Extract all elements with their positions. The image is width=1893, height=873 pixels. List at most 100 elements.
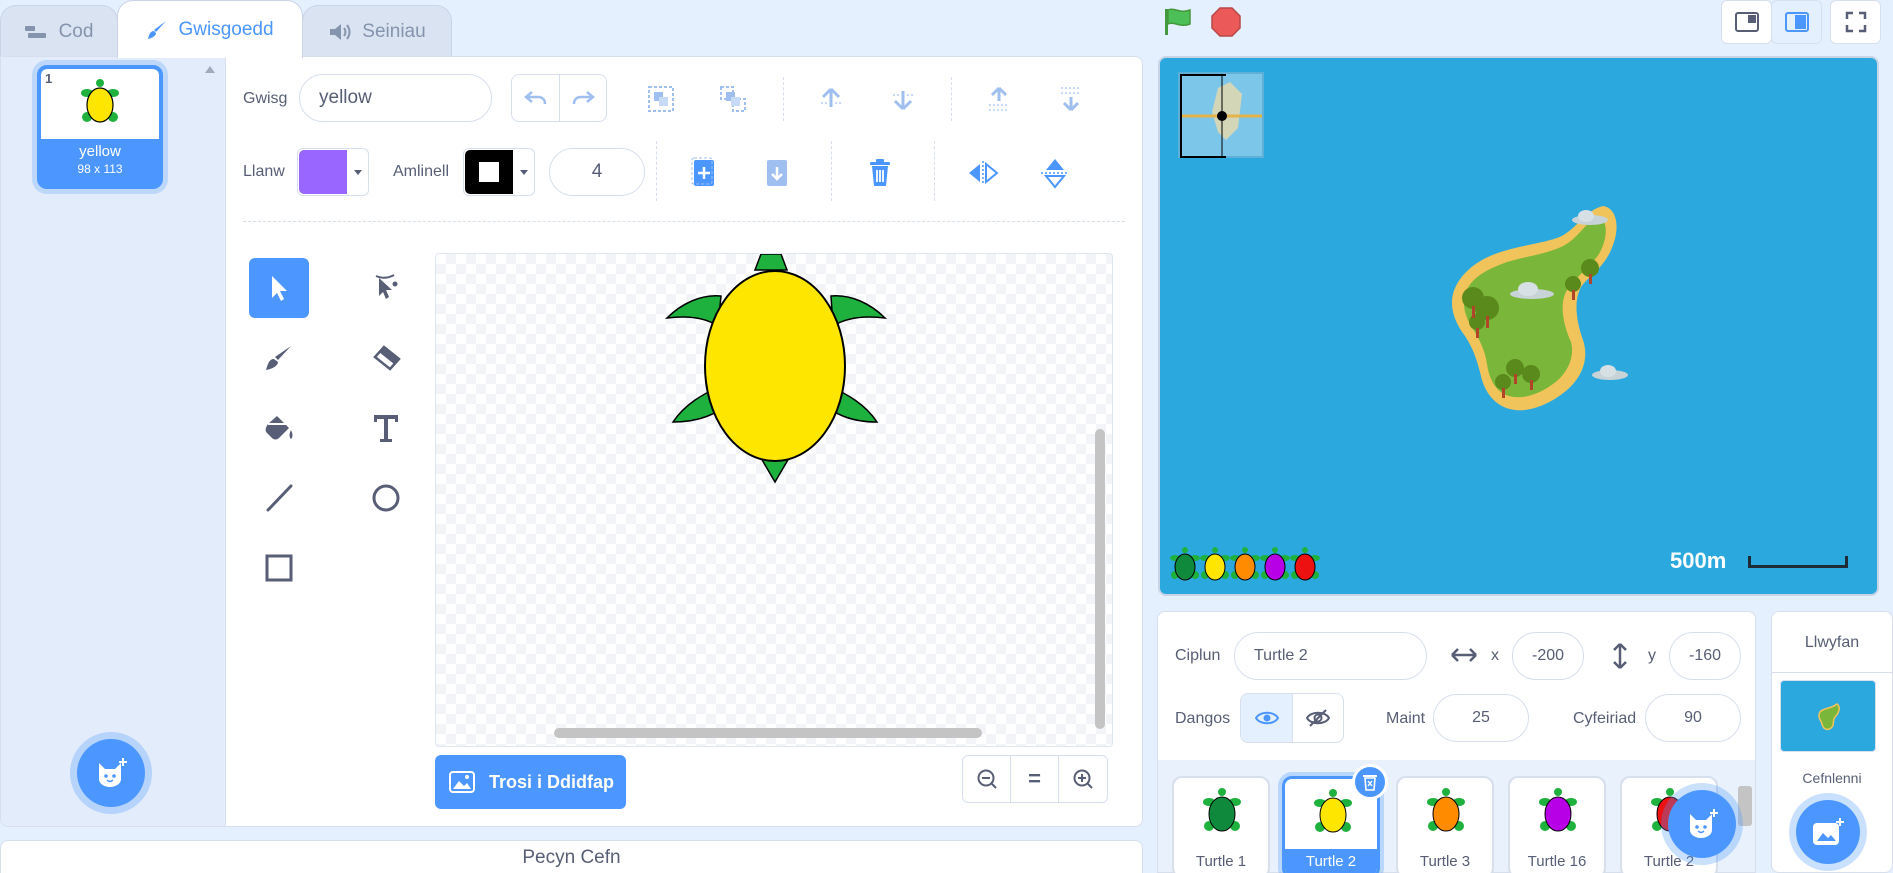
- delete-button[interactable]: [860, 153, 900, 193]
- undo-redo-group: [511, 74, 607, 122]
- speaker-icon: [328, 22, 352, 42]
- copy-icon: [691, 157, 714, 186]
- undo-button[interactable]: [512, 75, 560, 121]
- flip-vertical-icon: [1041, 159, 1069, 189]
- code-icon: [24, 24, 49, 40]
- front-button[interactable]: [979, 79, 1019, 119]
- backpack-header[interactable]: Pecyn Cefn: [0, 840, 1143, 873]
- paint-canvas[interactable]: [435, 253, 1113, 747]
- tab-code-label: Cod: [58, 20, 94, 42]
- y-input[interactable]: -160: [1669, 632, 1741, 680]
- zoom-in-button[interactable]: [1059, 756, 1107, 802]
- fill-swatch: [299, 150, 347, 194]
- fill-color-picker[interactable]: [297, 148, 369, 196]
- divider: [783, 77, 784, 121]
- large-stage-button[interactable]: [1771, 0, 1822, 44]
- costume-tile-yellow[interactable]: 1 yellow 98 x 113: [37, 65, 163, 189]
- costume-list: 1 yellow 98 x 113: [1, 57, 226, 826]
- fill-label: Llanw: [243, 163, 285, 180]
- stage-selector[interactable]: Llwyfan Cefnlenni: [1771, 611, 1893, 873]
- sprite-name: Turtle 3: [1419, 853, 1471, 870]
- eraser-tool[interactable]: [356, 328, 416, 388]
- canvas-horizontal-scrollbar[interactable]: [554, 728, 982, 738]
- show-hidden-button[interactable]: [1293, 694, 1343, 742]
- forward-button[interactable]: [811, 79, 851, 119]
- stop-button[interactable]: [1208, 4, 1244, 40]
- sprite-tile[interactable]: Turtle 16: [1508, 776, 1606, 873]
- arrow-up-icon: [821, 87, 841, 107]
- direction-label: Cyfeiriad: [1573, 710, 1637, 727]
- canvas-vertical-scrollbar[interactable]: [1095, 429, 1105, 729]
- circle-tool[interactable]: [356, 468, 416, 528]
- minimap-marker: [1217, 111, 1227, 121]
- small-stage-button[interactable]: [1721, 0, 1772, 44]
- fullscreen-icon: [1845, 11, 1866, 33]
- turtle-icon: [1314, 789, 1352, 833]
- back-button[interactable]: [1051, 79, 1091, 119]
- x-input[interactable]: -200: [1512, 632, 1584, 680]
- sprite-tile[interactable]: Turtle 3: [1396, 776, 1494, 873]
- group-button[interactable]: [641, 79, 681, 119]
- stop-icon: [1211, 7, 1241, 37]
- sprite-list-scrollbar[interactable]: [1738, 786, 1752, 826]
- select-tool[interactable]: [249, 258, 309, 318]
- arrow-down-icon: [893, 91, 913, 111]
- flip-vertical-button[interactable]: [1035, 153, 1075, 193]
- cloud-icon: [1572, 210, 1608, 225]
- sprite-tile[interactable]: Turtle 1: [1172, 776, 1270, 873]
- choose-sprite-button[interactable]: [1668, 790, 1736, 858]
- reshape-tool[interactable]: [356, 258, 416, 318]
- vertical-arrows-icon: [1613, 643, 1627, 669]
- brush-tool[interactable]: [249, 328, 309, 388]
- divider: [831, 141, 832, 201]
- delete-sprite-button[interactable]: [1352, 764, 1388, 800]
- outline-width-input[interactable]: 4: [549, 148, 645, 196]
- zoom-out-icon: [977, 769, 997, 789]
- turtle-icon: [81, 79, 119, 123]
- paste-button[interactable]: [757, 153, 797, 193]
- text-tool[interactable]: [356, 398, 416, 458]
- tab-costumes[interactable]: Gwisgoedd: [117, 0, 303, 58]
- choose-costume-button[interactable]: [77, 739, 145, 807]
- scale-bar: [1748, 556, 1848, 568]
- costume-thumbnail: 1: [41, 69, 159, 139]
- trash-icon: [1363, 775, 1377, 791]
- fullscreen-button[interactable]: [1830, 0, 1881, 44]
- direction-input[interactable]: 90: [1645, 694, 1741, 742]
- costume-name-input[interactable]: yellow: [299, 74, 492, 122]
- turtle-icon: [1539, 788, 1577, 832]
- costume-list-scroll-up[interactable]: [204, 65, 216, 75]
- backdrops-label: Cefnlenni: [1802, 770, 1862, 786]
- tab-code[interactable]: Cod: [0, 5, 118, 57]
- outline-label: Amlinell: [393, 163, 450, 180]
- convert-to-bitmap-button[interactable]: Trosi i Ddidfap: [435, 755, 626, 809]
- show-visible-button[interactable]: [1241, 694, 1293, 742]
- choose-backdrop-button[interactable]: [1796, 800, 1860, 864]
- image-icon: [449, 771, 475, 793]
- rectangle-tool[interactable]: [249, 538, 309, 598]
- line-tool[interactable]: [249, 468, 309, 528]
- tab-sounds[interactable]: Seiniau: [302, 5, 452, 57]
- zoom-reset-button[interactable]: =: [1011, 756, 1059, 802]
- paintbrush-icon: [146, 19, 168, 41]
- copy-button[interactable]: [685, 153, 725, 193]
- redo-button[interactable]: [560, 75, 606, 121]
- circle-icon: [372, 484, 400, 512]
- redo-icon: [572, 91, 595, 105]
- green-flag-button[interactable]: [1160, 4, 1196, 40]
- trash-icon: [870, 159, 890, 186]
- outline-color-picker[interactable]: [463, 148, 535, 196]
- size-input[interactable]: 25: [1433, 694, 1529, 742]
- stage[interactable]: 500m: [1158, 56, 1879, 596]
- small-stage-icon: [1734, 12, 1759, 32]
- cloud-icon: [1510, 282, 1554, 299]
- flip-horizontal-button[interactable]: [963, 153, 1003, 193]
- ungroup-button[interactable]: [713, 79, 753, 119]
- eraser-icon: [373, 345, 401, 371]
- zoom-out-button[interactable]: [963, 756, 1011, 802]
- turtle-icon: [1200, 547, 1230, 581]
- fill-tool[interactable]: [249, 398, 309, 458]
- backward-button[interactable]: [883, 79, 923, 119]
- sprite-name-input[interactable]: Turtle 2: [1234, 632, 1427, 680]
- cat-plus-icon: [99, 758, 127, 787]
